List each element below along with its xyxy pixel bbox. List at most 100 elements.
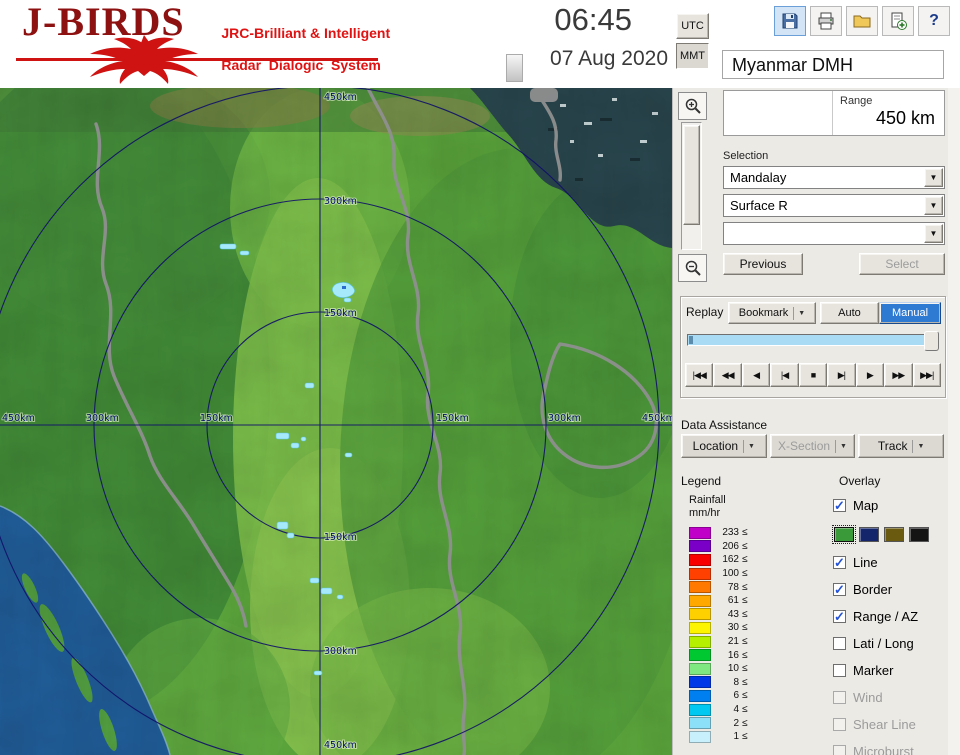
legend-suffix: ≤ [742,608,748,620]
replay-play-button[interactable]: ▶ [855,363,885,387]
bookmark-button-label: Bookmark [738,307,789,319]
legend-row: 78 ≤ [689,580,748,594]
legend-color-swatch [689,717,711,730]
checked-checkbox[interactable]: ✓ [833,583,846,596]
legend-color-swatch [689,526,711,539]
overlay-item-label: Range / AZ [853,609,919,624]
legend-value: 10 [727,663,739,675]
replay-fast-forward-button[interactable]: ▶▶ [884,363,913,387]
zoom-slider-track[interactable] [681,122,702,250]
previous-button[interactable]: Previous [723,253,803,275]
overlay-item-range-az[interactable]: ✓ Range / AZ [833,603,951,630]
replay-step-back-button[interactable]: |◀ [770,363,799,387]
map-style-swatch[interactable] [884,526,904,542]
utc-button[interactable]: UTC [676,13,709,39]
unchecked-checkbox[interactable] [833,718,846,731]
legend-row: 100 ≤ [689,567,748,581]
legend-color-swatch [689,689,711,702]
chevron-down-icon[interactable]: ▼ [912,439,924,453]
chevron-down-icon[interactable]: ▼ [835,439,847,453]
unchecked-checkbox[interactable] [833,637,846,650]
zoom-slider-thumb[interactable] [683,125,700,225]
checked-checkbox[interactable]: ✓ [833,610,846,623]
range-box: Range 450 km [723,90,945,136]
checked-checkbox[interactable]: ✓ [833,499,846,512]
replay-stop-button[interactable]: ■ [798,363,828,387]
extra-select[interactable]: ▼ [723,222,945,245]
replay-play-reverse-button[interactable]: ◀ [741,363,771,387]
help-button[interactable]: ? [918,6,950,36]
print-button[interactable] [810,6,842,36]
zoom-in-button[interactable] [678,92,707,120]
unchecked-checkbox[interactable] [833,691,846,704]
manual-button[interactable]: Manual [879,302,941,324]
track-button-label: Track [877,439,908,453]
replay-jump-start-button[interactable]: |◀◀ [685,363,714,387]
chevron-down-icon[interactable]: ▼ [924,224,943,243]
header-bar: J-BIRDS JRC-Brilliant & Intelligent Rada… [0,0,960,89]
bookmark-button[interactable]: Bookmark ▼ [728,302,816,324]
track-button[interactable]: Track ▼ [858,434,945,458]
map-style-swatch[interactable] [909,526,929,542]
chevron-down-icon[interactable]: ▼ [924,196,943,215]
legend-color-swatch [689,703,711,716]
map-style-swatch[interactable] [859,526,879,542]
overlay-item-label: Marker [853,663,894,678]
auto-button[interactable]: Auto [820,302,879,324]
legend-suffix: ≤ [742,690,748,702]
legend-row: 21 ≤ [689,635,748,649]
overlay-item-border[interactable]: ✓ Border [833,576,951,603]
range-ring-label: 300km [324,196,357,207]
overlay-item-lati-long[interactable]: Lati / Long [833,630,951,657]
select-button[interactable]: Select [859,253,945,275]
legend-row: 233 ≤ [689,526,748,540]
mmt-button[interactable]: MMT [676,43,709,69]
legend-color-swatch [689,635,711,648]
unchecked-checkbox[interactable] [833,745,846,755]
legend-label: Legend [681,474,722,488]
checked-checkbox[interactable]: ✓ [833,556,846,569]
chevron-down-icon[interactable]: ▼ [793,306,805,320]
legend-rows: 233 ≤206 ≤162 ≤100 ≤78 ≤61 ≤43 ≤30 ≤21 ≤16 ≤10 ≤8 ≤6… [689,526,748,744]
xsection-button[interactable]: X-Section ▼ [769,434,856,458]
overlay-item-marker[interactable]: Marker [833,657,951,684]
overlay-item-label: Wind [853,690,883,705]
export-button[interactable] [882,6,914,36]
site-select[interactable]: Mandalay ▼ [723,166,945,189]
legend-color-swatch [689,649,711,662]
jbirds-app-window: J-BIRDS JRC-Brilliant & Intelligent Rada… [0,0,960,755]
unchecked-checkbox[interactable] [833,664,846,677]
replay-timeline-slider[interactable] [687,331,939,351]
legend-suffix: ≤ [742,540,748,552]
range-ring-label: 450km [2,413,35,424]
overlay-item-wind[interactable]: Wind [833,684,951,711]
overlay-items: ✓ Map ✓ Line ✓ Border ✓ Range / AZ Lati / Long Ma… [832,492,951,755]
overlay-item-label: Border [853,582,893,597]
replay-step-forward-button[interactable]: ▶| [827,363,856,387]
replay-jump-end-button[interactable]: ▶▶| [912,363,941,387]
location-button[interactable]: Location ▼ [681,434,767,458]
legend-row: 206 ≤ [689,540,748,554]
range-ring-label: 150km [324,532,357,543]
timeline-start-mark [689,336,693,344]
overlay-item-line[interactable]: ✓ Line [833,549,951,576]
zoom-out-button[interactable] [678,254,707,282]
overlay-item-label: Lati / Long [853,636,914,651]
clock-time: 06:45 [554,2,632,37]
overlay-item-microburst[interactable]: Microburst [833,738,951,755]
open-folder-button[interactable] [846,6,878,36]
data-assistance-buttons: Location ▼ X-Section ▼ Track ▼ [681,434,945,458]
legend-unit-line1: Rainfall [689,494,726,506]
legend-row: 2 ≤ [689,716,748,730]
chevron-down-icon[interactable]: ▼ [924,168,943,187]
map-style-swatch[interactable] [832,524,856,544]
save-button[interactable] [774,6,806,36]
overlay-item-map[interactable]: ✓ Map [833,492,951,519]
timeline-thumb[interactable] [924,331,939,351]
overlay-item-shear-line[interactable]: Shear Line [833,711,951,738]
chevron-down-icon[interactable]: ▼ [743,439,755,453]
legend-color-swatch [689,553,711,566]
radar-map[interactable]: 450km 300km 150km 150km 300km 450km 450km 300km… [0,88,672,755]
product-select[interactable]: Surface R ▼ [723,194,945,217]
replay-fast-rewind-button[interactable]: ◀◀ [713,363,742,387]
